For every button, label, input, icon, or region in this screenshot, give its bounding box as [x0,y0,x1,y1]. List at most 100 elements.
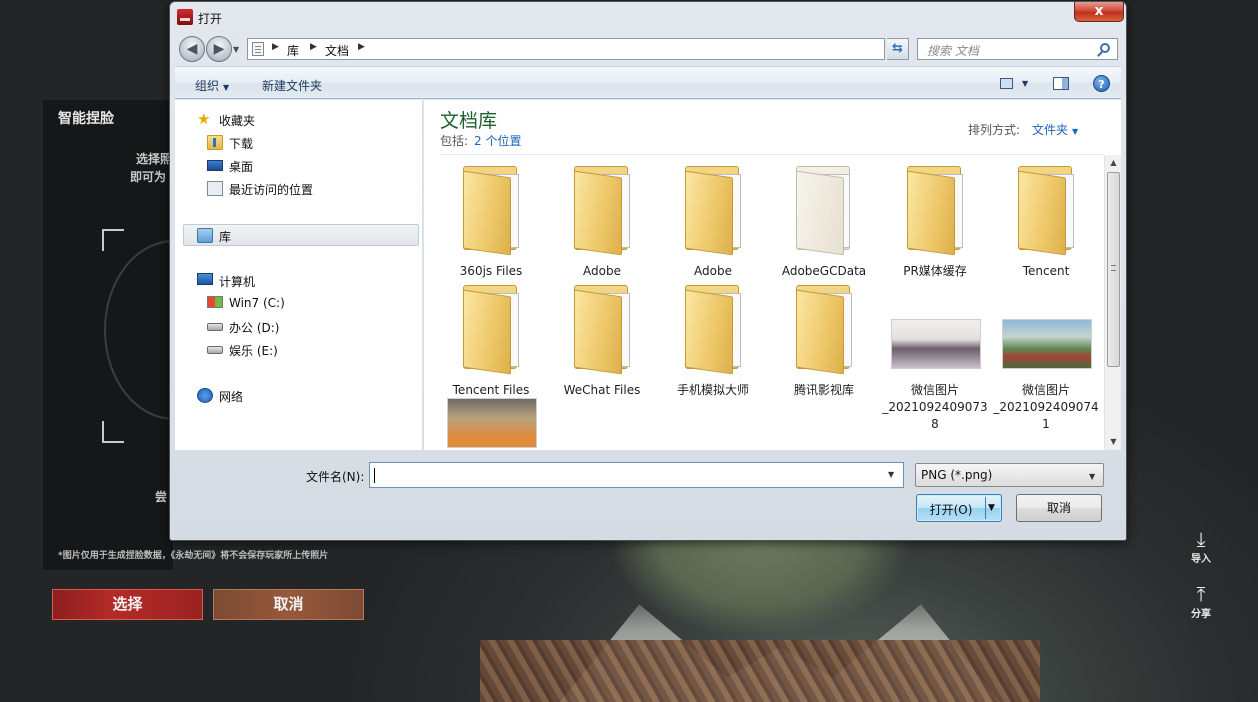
scroll-thumb[interactable] [1107,172,1120,367]
arrow-left-icon: ◀ [186,41,198,57]
arrow-right-icon: ▶ [213,41,225,57]
nav-label: 库 [219,230,232,244]
computer-icon [197,273,213,285]
navigation-pane: ★ 收藏夹 下载 桌面 最近访问的位置 库 计算机 Win7 (C:) 办公 (… [175,100,423,450]
folder-icon [562,279,642,379]
file-name: 微信图片_2021092409074 1 [993,383,1099,431]
file-grid: 360js Files Adobe Adobe AdobeGCData PR媒体… [436,160,1102,450]
filename-history-dropdown-icon[interactable]: ▼ [888,470,894,479]
desktop-icon [207,160,223,171]
nav-label: 娱乐 (E:) [229,344,278,358]
breadcrumb-separator-icon[interactable]: ▶ [272,42,279,52]
open-button[interactable]: 打开(O) ▼ [916,494,1002,522]
library-title: 文档库 [440,110,498,132]
folder-icon [784,160,864,260]
file-name: Tencent Files [452,383,530,397]
history-dropdown-icon[interactable]: ▼ [233,45,239,54]
import-button[interactable]: ⤓ 导入 [1181,528,1221,565]
chevron-down-icon: ▼ [1089,472,1096,481]
star-icon: ★ [197,110,211,128]
breadcrumb-library[interactable]: 库 [287,42,299,59]
library-icon [197,228,213,243]
open-label: 打开(O) [929,503,973,517]
app-icon [177,9,193,25]
upload-icon: ⤒ [1196,582,1206,606]
preview-pane-icon[interactable] [1053,77,1069,90]
refresh-icon: ⇆ [892,41,903,56]
character-coat [480,640,1040,702]
windows-drive-icon [207,296,223,308]
file-name: Adobe [694,264,732,278]
filetype-select[interactable]: PNG (*.png) ▼ [915,463,1104,487]
photo-disclaimer: *图片仅用于生成捏脸数据，《永劫无间》将不会保存玩家所上传照片 [58,551,329,561]
folder-icon [895,160,975,260]
nav-label: Win7 (C:) [229,296,285,310]
recent-places-icon [207,181,223,196]
image-thumbnail [1002,319,1092,369]
sort-label: 排列方式: [968,123,1021,137]
search-icon[interactable] [1100,43,1110,53]
breadcrumb-documents[interactable]: 文档 [325,42,349,59]
search-placeholder: 搜索 文档 [927,44,979,58]
file-name: PR媒体缓存 [903,264,967,278]
image-thumbnail [891,319,981,369]
hard-drive-icon [207,346,223,354]
breadcrumb-separator-icon[interactable]: ▶ [358,42,365,52]
nav-label: 最近访问的位置 [229,183,314,197]
library-includes: 包括: 2 个位置 [440,132,522,149]
back-button[interactable]: ◀ [179,36,205,62]
folder-icon [451,160,531,260]
folder-icon [673,160,753,260]
select-photo-button[interactable]: 选择 [52,589,203,620]
file-name: 手机模拟大师 [676,383,749,397]
game-cancel-button[interactable]: 取消 [213,589,364,620]
filename-label: 文件名(N): [306,470,365,484]
folder-icon [673,279,753,379]
file-name: 腾讯影视库 [793,383,854,397]
nav-label: 网络 [219,390,244,404]
search-input[interactable]: 搜索 文档 [917,38,1118,60]
open-options-dropdown-icon[interactable]: ▼ [988,503,995,513]
scroll-down-icon[interactable]: ▼ [1105,434,1121,450]
grip-icon [1111,265,1116,271]
forward-button[interactable]: ▶ [206,36,232,62]
network-icon [197,388,213,403]
sort-dropdown[interactable]: 文件夹 ▼ [1032,121,1078,138]
file-content-pane: 文档库 包括: 2 个位置 排列方式: 文件夹 ▼ 360js Files Adob… [424,100,1121,450]
file-name: Adobe [583,264,621,278]
import-label: 导入 [1191,554,1211,565]
face-scan-hint-line-1: 选择照 [136,152,170,166]
address-bar[interactable]: ▶ 库 ▶ 文档 ▶ ▼ [247,38,952,60]
new-folder-button[interactable]: 新建文件夹 [262,77,322,94]
folder-icon [451,279,531,379]
refresh-button[interactable]: ⇆ [887,38,909,60]
sort-value: 文件夹 [1032,123,1069,137]
change-view-icon[interactable] [1000,78,1013,89]
face-scan-hint-line-2: 即可为 [130,170,167,184]
share-button[interactable]: ⤒ 分享 [1181,583,1221,620]
filetype-value: PNG (*.png) [921,468,993,482]
nav-label: 下载 [229,137,254,151]
breadcrumb-separator-icon[interactable]: ▶ [310,42,317,52]
filename-input[interactable]: ▼ [369,462,904,488]
chevron-down-icon: ▼ [223,83,230,92]
help-icon[interactable]: ? [1093,75,1110,92]
nav-label: 办公 (D:) [229,321,280,335]
vertical-scrollbar[interactable]: ▲ ▼ [1104,155,1121,450]
hard-drive-icon [207,323,223,331]
scroll-up-icon[interactable]: ▲ [1105,155,1121,171]
includes-locations-link[interactable]: 2 个位置 [474,134,521,148]
organize-button[interactable]: 组织 ▼ [195,77,229,94]
file-name: Tencent [1022,264,1070,278]
file-name: 360js Files [459,264,523,278]
close-button[interactable]: x [1074,2,1124,22]
image-thumbnail [447,398,537,448]
view-options-dropdown-icon[interactable]: ▼ [1022,79,1028,88]
split-divider [985,497,986,519]
header-divider [440,154,1104,155]
face-scan-title: 智能捏脸 [58,111,114,127]
document-icon [252,42,264,56]
dialog-titlebar[interactable]: 打开 x [170,2,1126,32]
cancel-button[interactable]: 取消 [1016,494,1102,522]
toolbar: 组织 ▼ 新建文件夹 ▼ ? [175,66,1121,99]
